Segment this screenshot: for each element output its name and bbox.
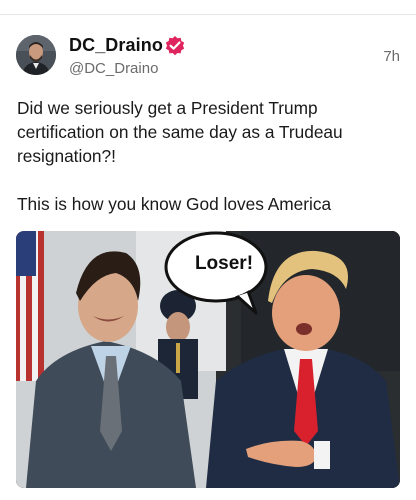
- verified-badge-icon: [165, 36, 185, 56]
- post-card: DC_Draino @DC_Draino 7h Did we seriously…: [0, 0, 416, 500]
- avatar-image: [16, 35, 56, 75]
- author-handle[interactable]: @DC_Draino: [69, 60, 158, 77]
- post-text-line: This is how you know God loves America: [17, 194, 332, 214]
- post-timestamp[interactable]: 7h: [383, 48, 400, 65]
- post-body: Did we seriously get a President Trump c…: [17, 96, 401, 216]
- speech-bubble-text: Loser!: [194, 253, 254, 274]
- avatar[interactable]: [16, 35, 56, 75]
- post-text-line: Did we seriously get a President Trump c…: [17, 98, 343, 166]
- author-name[interactable]: DC_Draino: [69, 35, 163, 56]
- divider: [0, 14, 416, 15]
